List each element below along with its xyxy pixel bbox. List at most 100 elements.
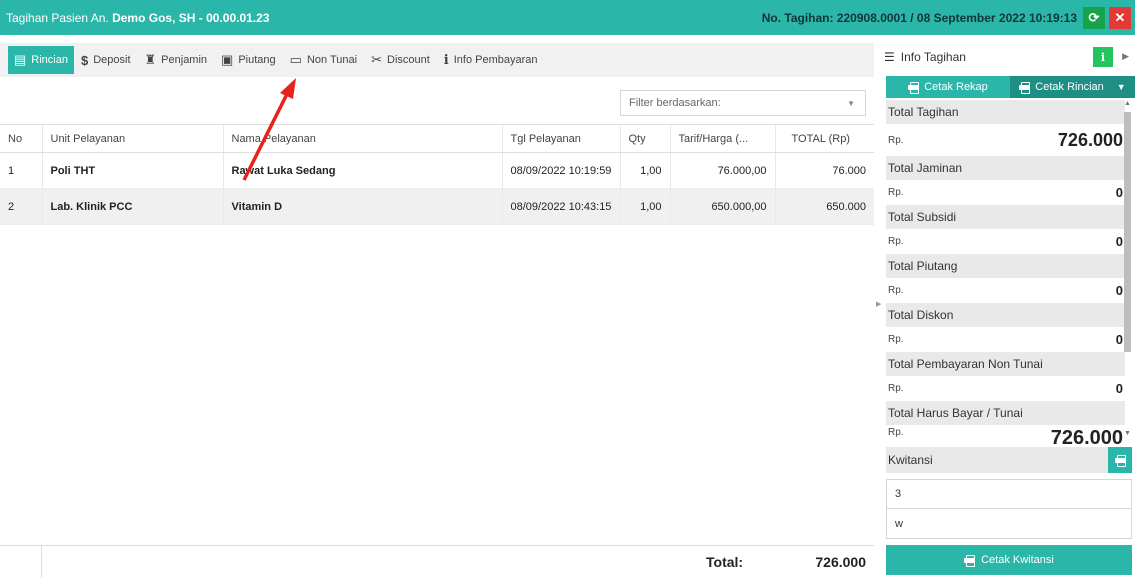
tab-non-tunai[interactable]: ▭ Non Tunai — [283, 46, 364, 74]
tab-penjamin[interactable]: ♜ Penjamin — [138, 46, 215, 74]
invoice-number: No. Tagihan: 220908.0001 / 08 September … — [761, 10, 1077, 25]
cetak-rincian-button[interactable]: Cetak Rincian ▼ — [1010, 76, 1135, 98]
cell-total: 650.000 — [774, 188, 874, 225]
discount-icon: ✂ — [371, 52, 382, 67]
printer-icon — [964, 555, 976, 567]
credit-card-icon: ▭ — [289, 52, 302, 67]
summary-label: Total Piutang — [886, 254, 1125, 278]
printer-icon — [1019, 82, 1031, 94]
cetak-kwitansi-button[interactable]: Cetak Kwitansi — [886, 545, 1132, 575]
panel-collapse-icon[interactable]: ▶ — [1122, 51, 1129, 62]
tab-label: Piutang — [238, 54, 276, 66]
currency-label: Rp. — [888, 383, 904, 394]
scroll-down-icon[interactable]: ▼ — [1124, 430, 1131, 437]
title-bar: Tagihan Pasien An. Demo Gos, SH - 00.00.… — [0, 0, 1135, 35]
printer-icon — [908, 82, 920, 94]
tab-label: Penjamin — [161, 54, 208, 66]
printer-icon — [1114, 455, 1126, 467]
cell-nama: Rawat Luka Sedang — [222, 152, 502, 189]
cetak-rekap-button[interactable]: Cetak Rekap — [886, 76, 1010, 98]
cell-qty: 1,00 — [619, 188, 670, 225]
kwitansi-header: Kwitansi — [886, 447, 1132, 473]
tab-bar: ▤ Rincian $ Deposit ♜ Penjamin ▣ Piutang… — [0, 43, 874, 77]
summary-label: Total Diskon — [886, 303, 1125, 327]
info-icon: i — [443, 52, 449, 68]
footer-total-value: 726.000 — [815, 554, 866, 570]
currency-label: Rp. — [888, 334, 904, 345]
patient-prefix: Tagihan Pasien An. — [6, 10, 113, 25]
col-qty[interactable]: Qty — [619, 124, 670, 153]
cetak-kwitansi-label: Cetak Kwitansi — [981, 554, 1054, 566]
table-header-row: No Unit Pelayanan Nama Pelayanan Tgl Pel… — [0, 124, 874, 153]
tab-discount[interactable]: ✂ Discount — [364, 46, 437, 74]
close-icon: ✕ — [1114, 9, 1126, 25]
summary-value-row: Rp. 0 — [886, 327, 1125, 352]
currency-label: Rp. — [888, 236, 904, 247]
summary-label: Total Subsidi — [886, 205, 1125, 229]
col-tarif[interactable]: Tarif/Harga (... — [669, 124, 775, 153]
table-row[interactable]: 1 Poli THT Rawat Luka Sedang 08/09/2022 … — [0, 152, 874, 189]
scroll-up-icon[interactable]: ▲ — [1124, 100, 1131, 107]
table-row[interactable]: 2 Lab. Klinik PCC Vitamin D 08/09/2022 1… — [0, 188, 874, 225]
cell-tarif: 76.000,00 — [669, 152, 775, 189]
cetak-rekap-label: Cetak Rekap — [924, 81, 988, 93]
col-tgl[interactable]: Tgl Pelayanan — [501, 124, 620, 153]
tab-label: Info Pembayaran — [453, 54, 538, 66]
summary-label: Total Jaminan — [886, 156, 1125, 180]
filter-select[interactable]: Filter berdasarkan: ▼ — [620, 90, 866, 116]
cell-no: 1 — [0, 152, 42, 189]
summary-value-row: Rp. 0 — [886, 180, 1125, 205]
col-unit[interactable]: Unit Pelayanan — [41, 124, 223, 153]
cell-nama: Vitamin D — [222, 188, 502, 225]
cell-tgl: 08/09/2022 10:19:59 — [501, 152, 620, 189]
kwitansi-print-button[interactable] — [1108, 447, 1132, 473]
col-total[interactable]: TOTAL (Rp) — [774, 124, 874, 153]
cell-tgl: 08/09/2022 10:43:15 — [501, 188, 620, 225]
summary-label: Total Harus Bayar / Tunai — [886, 401, 1125, 425]
tab-info-pembayaran[interactable]: i Info Pembayaran — [437, 46, 545, 74]
kwitansi-label: Kwitansi — [888, 453, 933, 467]
list-icon: ☰ — [884, 50, 895, 64]
table-footer: Total: 726.000 — [0, 545, 874, 578]
summary-list: Total Tagihan Rp. 726.000 Total Jaminan … — [886, 100, 1125, 490]
chevron-down-icon[interactable]: ▼ — [1117, 82, 1126, 92]
tab-deposit[interactable]: $ Deposit — [74, 46, 138, 74]
chevron-down-icon: ▼ — [847, 99, 855, 108]
kwitansi-input-2[interactable]: w — [886, 509, 1132, 539]
currency-label: Rp. — [888, 427, 904, 438]
tab-label: Deposit — [93, 54, 131, 66]
summary-scrollbar[interactable]: ▲ ▼ — [1122, 100, 1133, 440]
col-nama[interactable]: Nama Pelayanan — [222, 124, 502, 153]
kwitansi-input-1[interactable]: 3 — [886, 479, 1132, 509]
total-tagihan-value: 726.000 — [1057, 129, 1123, 150]
summary-value-row: Rp. 0 — [886, 376, 1125, 401]
filter-placeholder: Filter berdasarkan: — [629, 97, 721, 109]
summary-label: Total Tagihan — [886, 100, 1125, 124]
summary-value-row: Rp. 0 — [886, 278, 1125, 303]
money-icon: ▣ — [221, 52, 234, 67]
tab-rincian[interactable]: ▤ Rincian — [8, 46, 74, 74]
cell-total: 76.000 — [774, 152, 874, 189]
currency-label: Rp. — [888, 134, 904, 146]
tab-label: Discount — [387, 54, 430, 66]
col-no[interactable]: No — [0, 124, 42, 153]
user-tie-icon: ♜ — [144, 52, 157, 67]
tab-label: Non Tunai — [306, 54, 358, 66]
print-buttons: Cetak Rekap Cetak Rincian ▼ — [886, 76, 1135, 98]
dollar-icon: $ — [80, 52, 89, 68]
close-button[interactable]: ✕ — [1109, 6, 1131, 29]
currency-label: Rp. — [888, 285, 904, 296]
cetak-rincian-label: Cetak Rincian — [1035, 81, 1104, 93]
info-button[interactable]: i — [1093, 47, 1113, 67]
patient-title: Tagihan Pasien An. Demo Gos, SH - 00.00.… — [0, 11, 762, 25]
tab-piutang[interactable]: ▣ Piutang — [214, 46, 283, 74]
refresh-button[interactable]: ⟳ — [1083, 6, 1105, 29]
scrollbar-thumb[interactable] — [1124, 112, 1131, 352]
summary-value-row: Rp. 726.000 — [886, 124, 1125, 156]
cell-unit: Poli THT — [41, 152, 223, 189]
summary-label: Total Pembayaran Non Tunai — [886, 352, 1125, 376]
cell-no: 2 — [0, 188, 42, 225]
footer-gap — [0, 546, 42, 578]
summary-value-row: Rp. 0 — [886, 229, 1125, 254]
cell-unit: Lab. Klinik PCC — [41, 188, 223, 225]
